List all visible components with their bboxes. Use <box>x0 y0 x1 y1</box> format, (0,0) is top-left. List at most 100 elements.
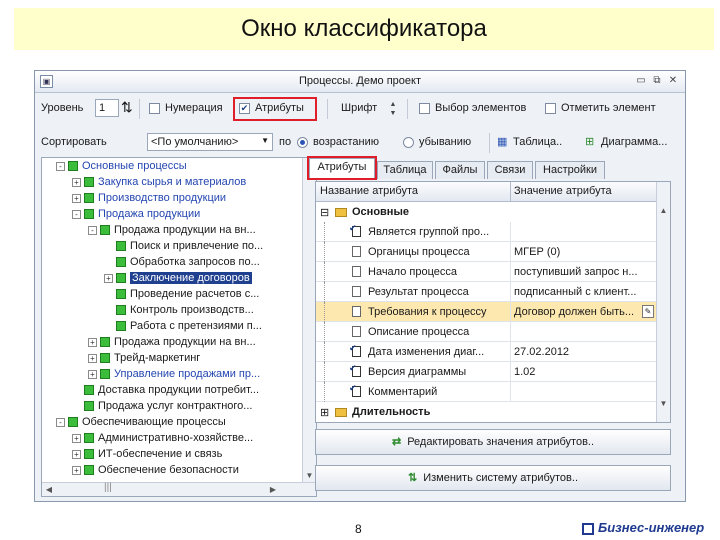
group-duration[interactable]: ⊞ Длительность <box>316 404 656 422</box>
attribute-row[interactable]: Органицы процесса МГЕР (0) <box>316 242 656 262</box>
check-mark-icon: ✔ <box>349 363 357 373</box>
expand-icon[interactable]: + <box>72 449 81 459</box>
group-collapse-icon[interactable]: ⊟ <box>320 206 329 219</box>
expand-icon[interactable]: + <box>72 193 81 203</box>
tree-node[interactable]: - Основные процессы <box>56 160 187 176</box>
select-elements-checkbox[interactable] <box>419 103 430 114</box>
tree-node[interactable]: Контроль производств... <box>104 304 254 320</box>
sort-select[interactable]: <По умолчанию> ▼ <box>147 133 273 151</box>
tree-node[interactable]: + Производство продукции <box>72 192 226 208</box>
attribute-row[interactable]: Требования к процессу Договор должен быть… <box>316 302 656 322</box>
expand-icon[interactable]: + <box>72 465 81 475</box>
tree-node[interactable]: + Обеспечение безопасности <box>72 464 239 480</box>
level-input[interactable]: 1 <box>95 99 119 117</box>
change-attribute-system-button[interactable]: ⇅ Изменить систему атрибутов.. <box>315 465 671 491</box>
edit-attribute-values-button[interactable]: ⇄ Редактировать значения атрибутов.. <box>315 429 671 455</box>
tree-node[interactable]: Проведение расчетов с... <box>104 288 259 304</box>
tree-horizontal-scrollbar[interactable]: ◀ ||| ▶ <box>42 482 316 496</box>
scroll-down-icon[interactable]: ▼ <box>657 399 670 408</box>
attribute-value[interactable]: подписанный с клиент... <box>514 286 654 298</box>
ascending-radio[interactable] <box>297 137 308 148</box>
grid-vertical-scrollbar[interactable]: ▲ ▼ <box>656 182 670 422</box>
doc-icon <box>352 286 361 297</box>
minimize-icon[interactable]: ▭ <box>635 75 647 87</box>
font-size-spinner[interactable]: ▲ ▼ <box>387 100 399 118</box>
scroll-left-icon[interactable]: ◀ <box>44 485 54 494</box>
process-node-icon <box>116 289 126 300</box>
tree-vertical-scrollbar[interactable]: ▲ ▼ <box>302 158 316 482</box>
expand-icon[interactable]: + <box>72 433 81 443</box>
tree-node[interactable]: + Административно-хозяйстве... <box>72 432 253 448</box>
tree-node[interactable]: Продажа услуг контрактного... <box>72 400 252 416</box>
collapse-icon[interactable]: - <box>56 417 65 427</box>
attribute-row[interactable]: ✔ Версия диаграммы 1.02 <box>316 362 656 382</box>
expand-icon[interactable]: + <box>72 177 81 187</box>
tree-node-label: Производство продукции <box>98 192 227 204</box>
expand-icon[interactable]: + <box>88 369 97 379</box>
column-header-name[interactable]: Название атрибута <box>320 185 418 197</box>
mark-element-checkbox[interactable] <box>545 103 556 114</box>
attributes-checkbox[interactable]: ✔ <box>239 103 250 114</box>
attribute-value[interactable]: 1.02 <box>514 366 654 378</box>
expand-icon[interactable]: + <box>88 337 97 347</box>
attribute-row[interactable]: Результат процесса подписанный с клиент..… <box>316 282 656 302</box>
tree-node[interactable]: - Продажа продукции на вн... <box>88 224 256 240</box>
tab-label: Таблица <box>383 164 427 176</box>
tab-settings[interactable]: Настройки <box>535 161 605 179</box>
numbering-checkbox[interactable] <box>149 103 160 114</box>
process-node-icon <box>84 177 94 188</box>
group-main[interactable]: ⊟ Основные <box>316 204 656 222</box>
tree-node[interactable]: - Продажа продукции <box>72 208 200 224</box>
scroll-up-icon[interactable]: ▲ <box>657 206 670 215</box>
group-expand-icon[interactable]: ⊞ <box>320 406 329 419</box>
tab-files[interactable]: Файлы <box>435 161 485 179</box>
table-button[interactable]: ▦ Таблица.. <box>497 134 581 152</box>
attribute-value[interactable]: Договор должен быть... <box>514 306 640 318</box>
expand-icon[interactable]: + <box>88 353 97 363</box>
maximize-icon[interactable]: ⧉ <box>651 75 663 87</box>
tree-node[interactable]: Обработка запросов по... <box>104 256 260 272</box>
process-node-icon <box>84 433 94 444</box>
collapse-icon[interactable]: - <box>56 161 65 171</box>
tab-table[interactable]: Таблица <box>377 161 433 179</box>
attribute-row[interactable]: ✔ Является группой про... <box>316 222 656 242</box>
attribute-value[interactable]: поступивший запрос н... <box>514 266 654 278</box>
column-divider <box>510 242 511 262</box>
attribute-row[interactable]: Начало процесса поступивший запрос н... <box>316 262 656 282</box>
edit-value-icon[interactable]: ✎ <box>642 305 654 318</box>
scroll-thumb-grip-icon[interactable]: ||| <box>104 482 112 493</box>
attribute-row[interactable]: Описание процесса <box>316 322 656 342</box>
toolbar-separator <box>489 133 490 153</box>
collapse-icon[interactable]: - <box>88 225 97 235</box>
attribute-value[interactable]: 27.02.2012 <box>514 346 654 358</box>
scroll-right-icon[interactable]: ▶ <box>268 485 278 494</box>
tree-node[interactable]: + Трейд-маркетинг <box>88 352 200 368</box>
process-tree[interactable]: - Основные процессы + Закупка сырья и матер… <box>41 157 317 497</box>
tab-links[interactable]: Связи <box>487 161 533 179</box>
tree-node[interactable]: + Продажа продукции на вн... <box>88 336 256 352</box>
tree-node[interactable]: + ИТ-обеспечение и связь <box>72 448 222 464</box>
expand-icon[interactable]: + <box>104 273 113 283</box>
tree-node[interactable]: Доставка продукции потребит... <box>72 384 259 400</box>
window-titlebar[interactable]: ▣ Процессы. Демо проект ▭ ⧉ ✕ <box>35 71 685 93</box>
level-sort-icon[interactable]: ⇅ <box>121 99 133 116</box>
attribute-row[interactable]: ✔ Комментарий <box>316 382 656 402</box>
diagram-button[interactable]: ⊞ Диаграмма... <box>585 134 681 152</box>
doc-icon <box>352 326 361 337</box>
tree-node[interactable]: + Управление продажами пр... <box>88 368 260 384</box>
attribute-row[interactable]: ✔ Дата изменения диаг... 27.02.2012 <box>316 342 656 362</box>
column-header-value[interactable]: Значение атрибута <box>514 185 612 197</box>
descending-radio[interactable] <box>403 137 414 148</box>
tree-node[interactable]: - Обеспечивающие процессы <box>56 416 226 432</box>
tree-node[interactable]: Работа с претензиями п... <box>104 320 262 336</box>
change-system-label: Изменить систему атрибутов.. <box>423 472 579 484</box>
tree-node[interactable]: Поиск и привлечение по... <box>104 240 263 256</box>
attribute-value[interactable]: МГЕР (0) <box>514 246 654 258</box>
tree-node[interactable]: + Закупка сырья и материалов <box>72 176 246 192</box>
tree-node[interactable]: + Заключение договоров <box>104 272 252 288</box>
close-icon[interactable]: ✕ <box>667 75 679 87</box>
process-node-icon <box>68 417 78 428</box>
tree-guide-line <box>324 342 326 362</box>
collapse-icon[interactable]: - <box>72 209 81 219</box>
attributes-grid[interactable]: Название атрибута Значение атрибута ⊟ Ос… <box>315 181 671 423</box>
